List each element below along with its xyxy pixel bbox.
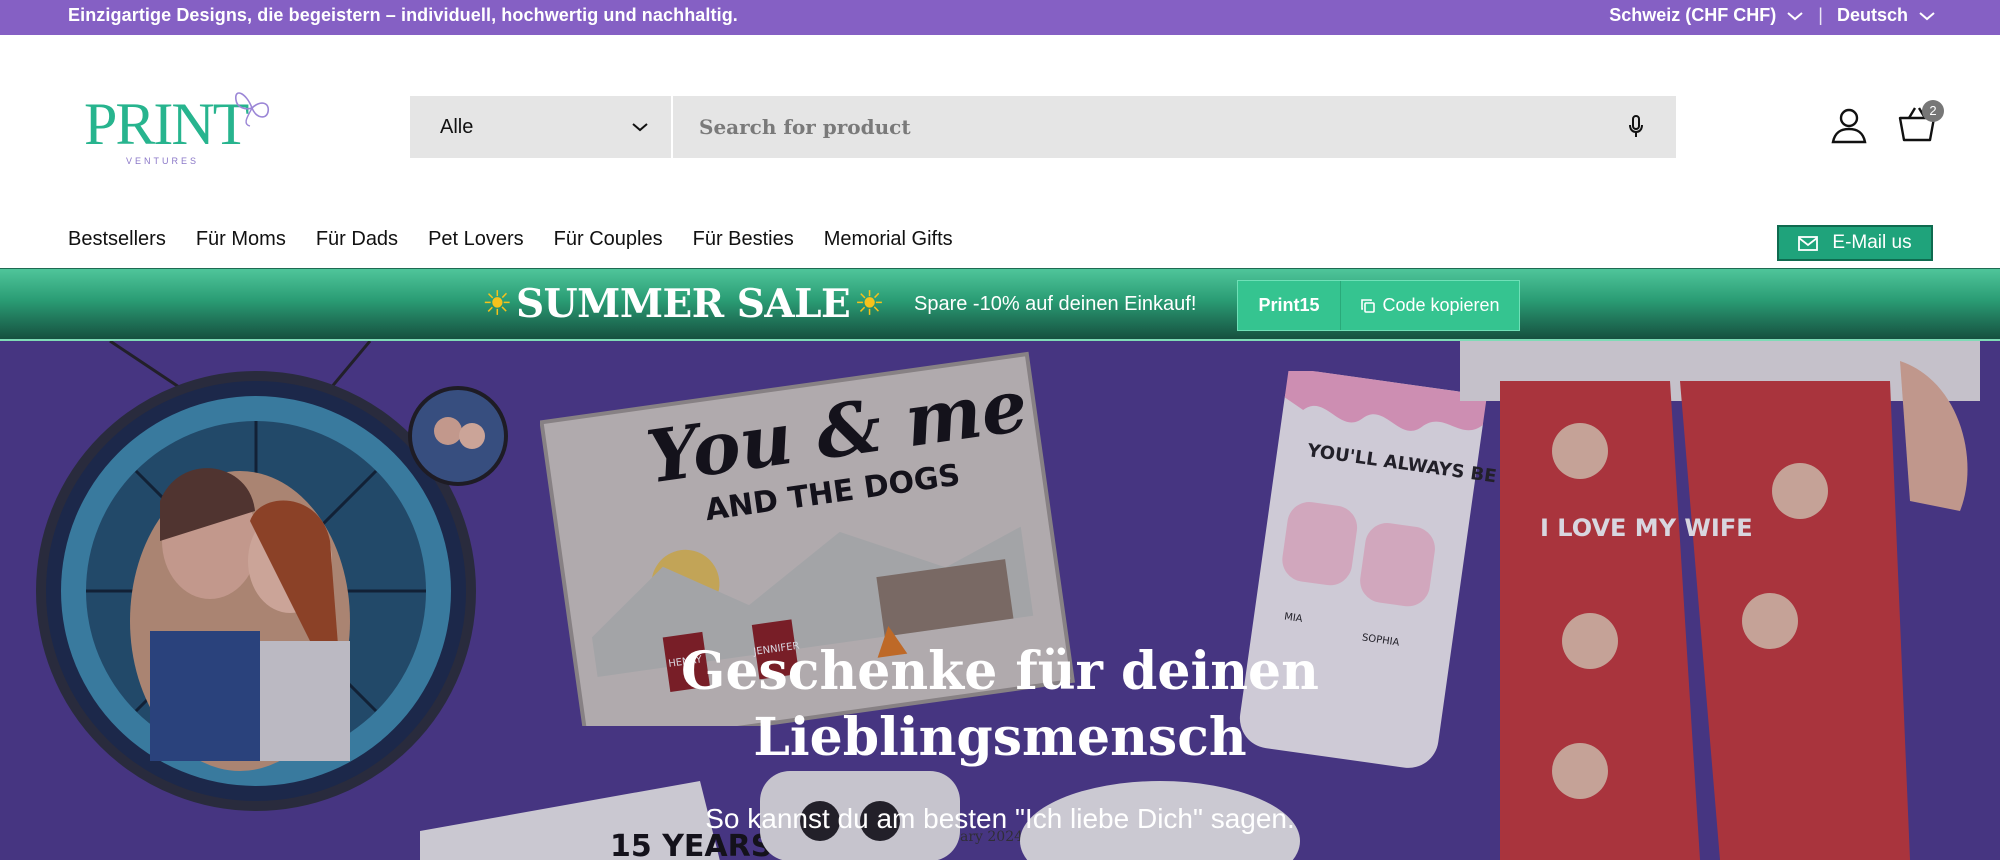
email-us-button[interactable]: E-Mail us [1777, 225, 1933, 261]
promo-banner: ☀ SUMMER SALE ☀ Spare -10% auf deinen Ei… [0, 268, 2000, 341]
hero-heading-line2: Lieblingsmensch [753, 707, 1247, 768]
promo-code-box: Print15 Code kopieren [1237, 280, 1520, 331]
hero-heading-line1: Geschenke für deinen [681, 641, 1319, 702]
chevron-down-icon [1787, 11, 1803, 20]
copy-icon [1361, 298, 1376, 313]
logo-wordmark: PRINT [84, 91, 249, 157]
promo-title-text: SUMMER SALE [515, 281, 851, 327]
nav-item-bestsellers[interactable]: Bestsellers [68, 228, 166, 251]
microphone-icon[interactable] [1626, 114, 1646, 140]
search-input[interactable] [699, 115, 1626, 139]
email-us-label: E-Mail us [1832, 232, 1912, 253]
mail-icon [1798, 235, 1819, 251]
chevron-down-icon [632, 123, 648, 132]
nav-item-dads[interactable]: Für Dads [316, 228, 398, 251]
language-selector[interactable]: Deutsch [1837, 5, 1936, 26]
logo[interactable]: PRINT VENTURES [84, 86, 284, 170]
sun-icon: ☀ [482, 284, 512, 324]
hero-overlay [0, 341, 2000, 860]
hero-heading: Geschenke für deinen Lieblingsmensch [0, 639, 2000, 771]
search-bar: Alle [410, 96, 1676, 158]
country-selector[interactable]: Schweiz (CHF CHF) [1609, 5, 1804, 26]
search-field [673, 96, 1676, 158]
hero-subheading: So kannst du am besten "Ich liebe Dich" … [705, 803, 1295, 834]
promo-code: Print15 [1238, 281, 1340, 330]
cart-button[interactable]: 2 [1896, 100, 1944, 148]
locale-selectors: Schweiz (CHF CHF) | Deutsch [1609, 0, 1936, 31]
selector-separator: | [1818, 5, 1823, 25]
nav-item-memorial-gifts[interactable]: Memorial Gifts [824, 228, 953, 251]
cart-count-badge: 2 [1922, 100, 1944, 122]
language-label: Deutsch [1836, 5, 1908, 25]
announcement-text: Einzigartige Designs, die begeistern – i… [68, 5, 738, 25]
search-category-label: Alle [440, 115, 474, 138]
country-label: Schweiz (CHF CHF) [1609, 5, 1777, 25]
nav-item-couples[interactable]: Für Couples [554, 228, 663, 251]
announcement-bar: Einzigartige Designs, die begeistern – i… [0, 0, 2000, 35]
chevron-down-icon [1919, 11, 1935, 20]
account-icon[interactable] [1829, 106, 1869, 146]
search-category-select[interactable]: Alle [410, 96, 671, 158]
main-nav: Bestsellers Für Moms Für Dads Pet Lovers… [68, 228, 953, 251]
nav-item-besties[interactable]: Für Besties [693, 228, 794, 251]
hero-banner[interactable]: You & me AND THE DOGS HENRY JENNIFER YOU… [0, 341, 2000, 860]
promo-title: ☀ SUMMER SALE ☀ [482, 281, 885, 327]
nav-item-pet-lovers[interactable]: Pet Lovers [428, 228, 524, 251]
butterfly-icon [235, 92, 270, 127]
nav-item-moms[interactable]: Für Moms [196, 228, 286, 251]
logo-subtitle: VENTURES [126, 156, 200, 166]
copy-code-label: Code kopieren [1382, 295, 1500, 315]
copy-code-button[interactable]: Code kopieren [1340, 281, 1519, 330]
sun-icon: ☀ [854, 284, 885, 324]
promo-text: Spare -10% auf deinen Einkauf! [914, 293, 1197, 315]
